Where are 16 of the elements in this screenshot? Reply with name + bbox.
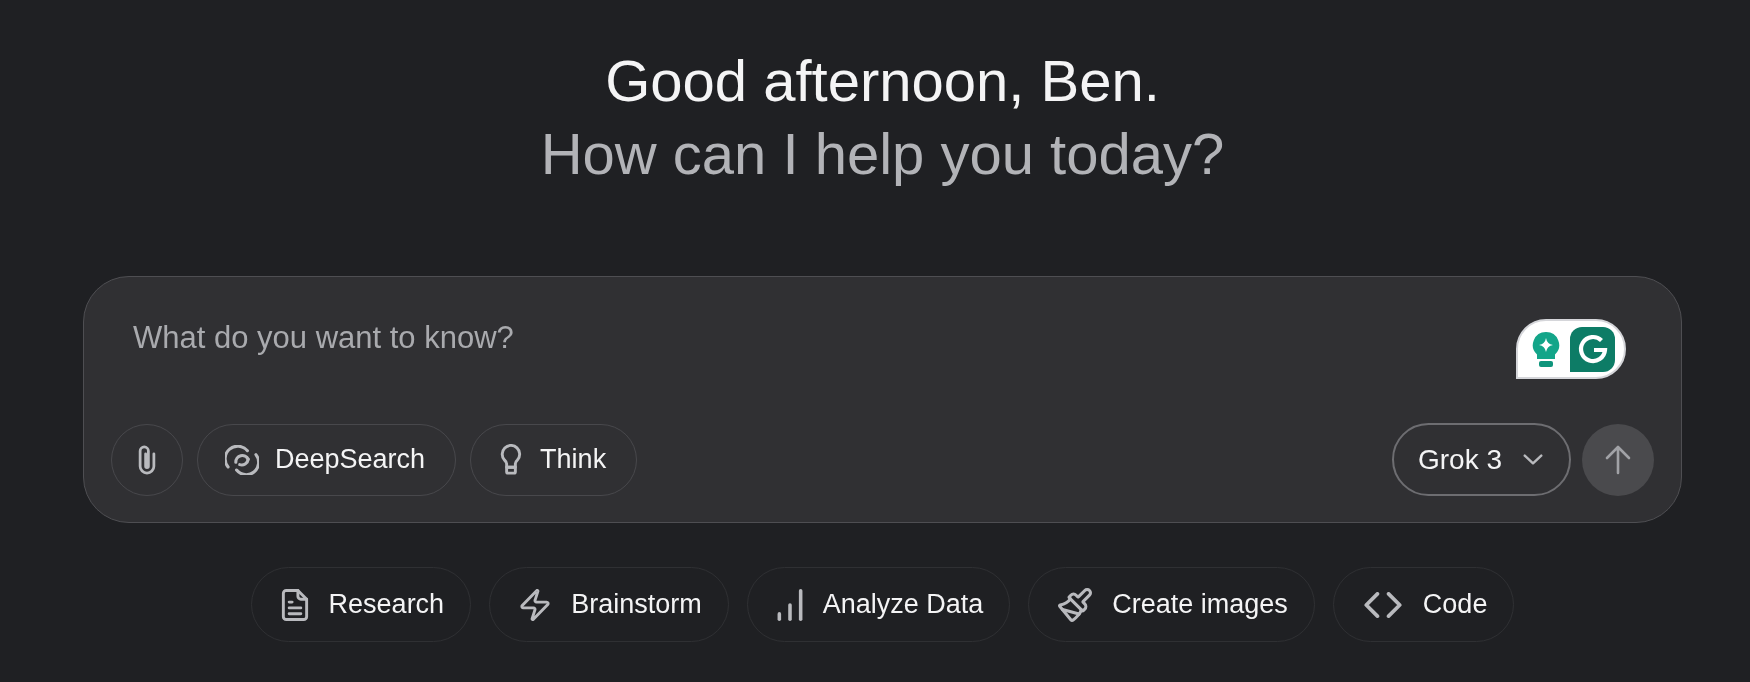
model-selector[interactable]: Grok 3 <box>1391 423 1571 496</box>
arrow-up-icon <box>1605 444 1631 475</box>
message-input[interactable]: What do you want to know? <box>133 318 1496 358</box>
code-icon <box>1362 591 1403 618</box>
bar-chart-icon <box>776 588 803 621</box>
extension-badge[interactable] <box>1516 319 1626 379</box>
chevron-down-icon <box>1523 454 1543 465</box>
paperclip-icon <box>136 443 158 476</box>
paintbrush-icon <box>1058 587 1093 622</box>
greeting-subtitle: How can I help you today? <box>540 120 1225 188</box>
g-logo-icon <box>1570 326 1615 372</box>
lightbulb-icon <box>1531 330 1561 368</box>
document-icon <box>280 588 309 621</box>
swirl-icon <box>225 444 259 475</box>
greeting-title: Good afternoon, Ben. <box>605 47 1160 115</box>
lightning-icon <box>519 588 552 621</box>
